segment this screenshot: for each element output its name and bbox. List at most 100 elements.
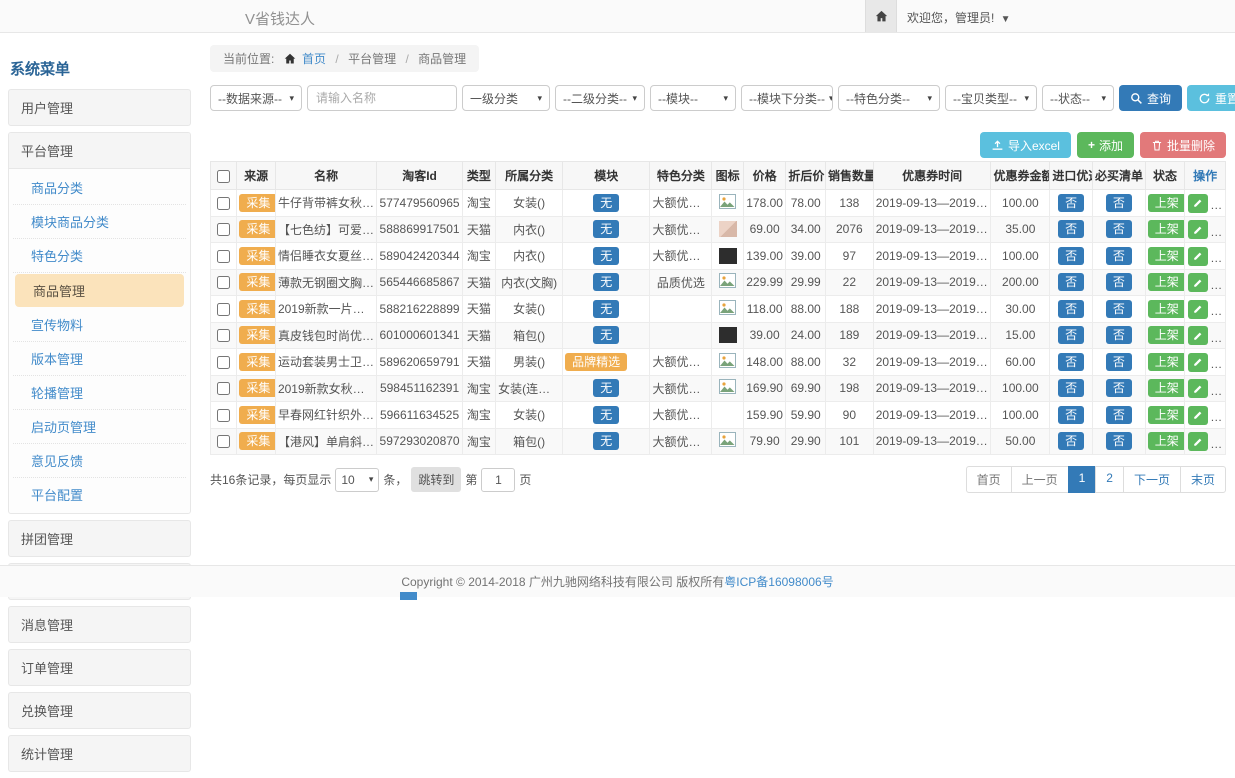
must-buy-toggle[interactable]: 否	[1106, 379, 1132, 397]
status-button[interactable]: 上架	[1148, 273, 1185, 291]
must-buy-toggle[interactable]: 否	[1106, 273, 1132, 291]
row-checkbox[interactable]	[217, 303, 230, 316]
sidebar-item-message-management[interactable]: 消息管理	[8, 606, 191, 643]
home-button[interactable]	[865, 0, 897, 32]
edit-button[interactable]	[1188, 300, 1208, 319]
sidebar-item-feedback[interactable]: 意见反馈	[13, 444, 186, 478]
must-buy-toggle[interactable]: 否	[1106, 432, 1132, 450]
sidebar-item-platform-management[interactable]: 平台管理	[9, 133, 190, 169]
must-buy-toggle[interactable]: 否	[1106, 220, 1132, 238]
module-badge[interactable]: 品牌精选	[565, 353, 627, 371]
edit-button[interactable]	[1188, 432, 1208, 451]
must-buy-toggle[interactable]: 否	[1106, 247, 1132, 265]
pager-item[interactable]: 末页	[1180, 466, 1226, 493]
row-checkbox[interactable]	[217, 409, 230, 422]
breadcrumb-home-link[interactable]: 首页	[302, 52, 326, 66]
sidebar-item-user-management[interactable]: 用户管理	[8, 89, 191, 126]
edit-button[interactable]	[1188, 194, 1208, 213]
import-select-toggle[interactable]: 否	[1058, 406, 1084, 424]
level2-category-select[interactable]: --二级分类--▾	[555, 85, 645, 111]
module-badge[interactable]: 无	[593, 300, 619, 318]
row-checkbox[interactable]	[217, 435, 230, 448]
status-button[interactable]: 上架	[1148, 379, 1185, 397]
user-menu[interactable]: 欢迎您，管理员! ▼	[907, 9, 1011, 26]
row-checkbox[interactable]	[217, 276, 230, 289]
search-button[interactable]: 查询	[1119, 85, 1182, 111]
sidebar-item-group-buy-management[interactable]: 拼团管理	[8, 520, 191, 557]
module-badge[interactable]: 无	[593, 273, 619, 291]
pager-item[interactable]: 首页	[966, 466, 1012, 493]
sidebar-item-promo-materials[interactable]: 宣传物料	[13, 308, 186, 342]
sidebar-item-platform-config[interactable]: 平台配置	[13, 478, 186, 511]
module-subcategory-select[interactable]: --模块下分类--▾	[741, 85, 833, 111]
sidebar-item-product-category[interactable]: 商品分类	[13, 171, 186, 205]
sidebar-item-order-management[interactable]: 订单管理	[8, 649, 191, 686]
sidebar-item-version-management[interactable]: 版本管理	[13, 342, 186, 376]
pager-item[interactable]: 上一页	[1011, 466, 1069, 493]
sidebar-item-exchange-management[interactable]: 兑换管理	[8, 692, 191, 729]
icp-link[interactable]: 粤ICP备16098006号	[724, 573, 833, 590]
feature-category-select[interactable]: --特色分类--▾	[838, 85, 940, 111]
sidebar-item-carousel-management[interactable]: 轮播管理	[13, 376, 186, 410]
level1-category-select[interactable]: 一级分类▾	[462, 85, 550, 111]
import-select-toggle[interactable]: 否	[1058, 300, 1084, 318]
module-badge[interactable]: 无	[593, 247, 619, 265]
must-buy-toggle[interactable]: 否	[1106, 406, 1132, 424]
data-source-select[interactable]: --数据来源--▾	[210, 85, 302, 111]
per-page-select[interactable]: 10▾	[335, 468, 379, 492]
sidebar-item-product-management[interactable]: 商品管理	[15, 274, 184, 307]
module-badge[interactable]: 无	[593, 220, 619, 238]
status-select[interactable]: --状态--▾	[1042, 85, 1114, 111]
edit-button[interactable]	[1188, 326, 1208, 345]
name-input[interactable]	[307, 85, 457, 111]
sidebar-item-module-product-category[interactable]: 模块商品分类	[13, 205, 186, 239]
row-checkbox[interactable]	[217, 356, 230, 369]
sidebar-item-statistics-management[interactable]: 统计管理	[8, 735, 191, 772]
row-checkbox[interactable]	[217, 250, 230, 263]
batch-delete-button[interactable]: 批量删除	[1140, 132, 1226, 158]
edit-button[interactable]	[1188, 273, 1208, 292]
select-all-checkbox[interactable]	[217, 170, 230, 183]
import-select-toggle[interactable]: 否	[1058, 194, 1084, 212]
pager-item[interactable]: 2	[1095, 466, 1124, 493]
item-type-select[interactable]: --宝贝类型--▾	[945, 85, 1037, 111]
must-buy-toggle[interactable]: 否	[1106, 194, 1132, 212]
edit-button[interactable]	[1188, 379, 1208, 398]
row-checkbox[interactable]	[217, 223, 230, 236]
must-buy-toggle[interactable]: 否	[1106, 326, 1132, 344]
must-buy-toggle[interactable]: 否	[1106, 300, 1132, 318]
import-excel-button[interactable]: 导入excel	[980, 132, 1071, 158]
module-badge[interactable]: 无	[593, 379, 619, 397]
add-button[interactable]: +添加	[1077, 132, 1134, 158]
jump-button[interactable]: 跳转到	[411, 467, 461, 492]
edit-button[interactable]	[1188, 220, 1208, 239]
import-select-toggle[interactable]: 否	[1058, 247, 1084, 265]
status-button[interactable]: 上架	[1148, 326, 1185, 344]
module-badge[interactable]: 无	[593, 326, 619, 344]
status-button[interactable]: 上架	[1148, 247, 1185, 265]
import-select-toggle[interactable]: 否	[1058, 220, 1084, 238]
status-button[interactable]: 上架	[1148, 406, 1185, 424]
import-select-toggle[interactable]: 否	[1058, 353, 1084, 371]
status-button[interactable]: 上架	[1148, 194, 1185, 212]
sidebar-item-feature-category[interactable]: 特色分类	[13, 239, 186, 273]
module-badge[interactable]: 无	[593, 406, 619, 424]
row-checkbox[interactable]	[217, 382, 230, 395]
row-checkbox[interactable]	[217, 197, 230, 210]
edit-button[interactable]	[1188, 406, 1208, 425]
row-checkbox[interactable]	[217, 329, 230, 342]
status-button[interactable]: 上架	[1148, 432, 1185, 450]
edit-button[interactable]	[1188, 353, 1208, 372]
sidebar-item-splash-page-management[interactable]: 启动页管理	[13, 410, 186, 444]
pager-item[interactable]: 1	[1068, 466, 1097, 493]
page-number-input[interactable]	[481, 468, 515, 492]
import-select-toggle[interactable]: 否	[1058, 432, 1084, 450]
import-select-toggle[interactable]: 否	[1058, 379, 1084, 397]
must-buy-toggle[interactable]: 否	[1106, 353, 1132, 371]
status-button[interactable]: 上架	[1148, 353, 1185, 371]
module-select[interactable]: --模块--▾	[650, 85, 736, 111]
status-button[interactable]: 上架	[1148, 220, 1185, 238]
import-select-toggle[interactable]: 否	[1058, 273, 1084, 291]
status-button[interactable]: 上架	[1148, 300, 1185, 318]
import-select-toggle[interactable]: 否	[1058, 326, 1084, 344]
